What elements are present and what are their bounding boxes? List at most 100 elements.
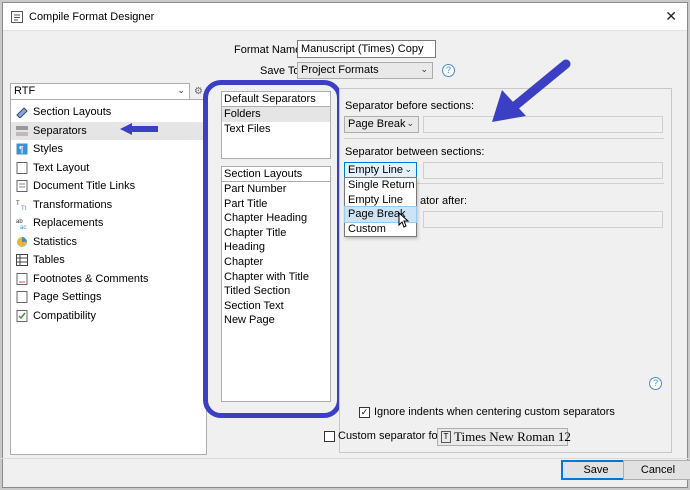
chevron-down-icon: ⌄ [177, 85, 185, 95]
custom-font-checkbox[interactable] [324, 431, 335, 442]
sidebar-item-label: Transformations [33, 198, 113, 211]
default-separators-header: Default Separators [222, 92, 330, 107]
ignore-indents-checkbox[interactable]: ✓ [359, 407, 370, 418]
output-type-select[interactable]: RTF ⌄ [10, 83, 190, 100]
list-item[interactable]: Chapter [222, 255, 330, 270]
list-item[interactable]: Heading [222, 240, 330, 255]
divider [344, 138, 664, 139]
sidebar-item-label: Document Title Links [33, 180, 136, 192]
separators-icon [16, 125, 28, 136]
separator-before-value: Page Break [348, 118, 406, 130]
ignore-indents-label: Ignore indents when centering custom sep… [374, 406, 615, 418]
separator-between-dropdown: Single Return Empty Line Page Break Cust… [344, 177, 417, 237]
sidebar-item-section-layouts[interactable]: Section Layouts [11, 103, 206, 122]
svg-text:ac: ac [20, 225, 26, 229]
svg-text:Tt: Tt [21, 206, 27, 211]
annotation-arrow-left-icon [120, 123, 158, 135]
list-item[interactable]: Part Number [222, 182, 330, 197]
gear-icon[interactable]: ⚙ [194, 86, 203, 97]
list-item[interactable]: Chapter with Title [222, 270, 330, 285]
section-layouts-list: Section Layouts Part Number Part Title C… [221, 166, 331, 402]
styles-icon: ¶ [16, 143, 28, 155]
font-icon: T [441, 431, 451, 443]
sidebar-item-label: Tables [33, 254, 65, 266]
app-icon [11, 11, 23, 23]
chevron-down-icon: ⌄ [404, 164, 412, 174]
save-to-select[interactable]: Project Formats ⌄ [297, 62, 433, 79]
tables-icon [16, 254, 28, 266]
chevron-down-icon: ⌄ [420, 64, 428, 74]
sidebar-item-document-title-links[interactable]: Document Title Links [11, 177, 206, 196]
sidebar-item-text-layout[interactable]: Text Layout [11, 159, 206, 178]
help-icon[interactable]: ? [649, 377, 662, 390]
footer-divider [0, 458, 690, 459]
save-to-value: Project Formats [301, 64, 379, 76]
sidebar-item-page-settings[interactable]: Page Settings [11, 288, 206, 307]
sidebar-item-styles[interactable]: ¶ Styles [11, 140, 206, 159]
help-icon[interactable]: ? [442, 64, 455, 77]
list-item[interactable]: New Page [222, 313, 330, 328]
svg-text:T: T [16, 201, 20, 207]
sidebar-item-label: Styles [33, 143, 63, 155]
sidebar-item-label: Page Settings [33, 291, 102, 303]
sidebar-item-label: Separators [33, 124, 87, 137]
sidebar-item-replacements[interactable]: ab ac Replacements [11, 214, 206, 233]
list-item-text-files[interactable]: Text Files [222, 122, 330, 137]
output-type-value: RTF [14, 85, 36, 97]
separator-settings-panel [339, 88, 672, 453]
custom-font-label: Custom separator font [338, 430, 447, 442]
list-item[interactable]: Chapter Heading [222, 211, 330, 226]
cancel-button[interactable]: Cancel [623, 460, 690, 480]
separator-after-label: ator after: [420, 195, 468, 207]
separator-between-value: Empty Line [348, 164, 404, 176]
sidebar-item-footnotes-comments[interactable]: Footnotes & Comments [11, 270, 206, 289]
dropdown-option-empty-line[interactable]: Empty Line [345, 193, 416, 208]
settings-sidebar: Section Layouts Separators ¶ Styles Text… [10, 99, 207, 455]
format-name-label: Format Name: [234, 44, 305, 56]
sidebar-item-statistics[interactable]: Statistics [11, 233, 206, 252]
format-name-input[interactable] [297, 40, 436, 58]
section-layouts-icon [16, 107, 28, 118]
separator-between-custom-field [423, 162, 663, 179]
mouse-cursor-icon [398, 212, 410, 228]
separator-before-select[interactable]: Page Break ⌄ [344, 116, 419, 133]
transformations-icon: TTt [16, 201, 27, 211]
footnotes-icon [16, 272, 28, 285]
section-layouts-header: Section Layouts [222, 167, 330, 182]
sidebar-item-label: Replacements [33, 217, 104, 229]
sidebar-item-compatibility[interactable]: Compatibility [11, 307, 206, 326]
replacements-icon: abac [16, 219, 26, 229]
separator-before-label: Separator before sections: [345, 100, 475, 112]
title-links-icon [16, 180, 28, 192]
close-icon[interactable]: ✕ [665, 8, 677, 25]
statistics-icon [17, 236, 27, 247]
default-separators-list: Default Separators Folders Text Files [221, 91, 331, 159]
window-title: Compile Format Designer [29, 11, 155, 23]
page-settings-icon [16, 291, 28, 303]
list-item[interactable]: Section Text [222, 299, 330, 314]
list-item[interactable]: Chapter Title [222, 226, 330, 241]
sidebar-item-label: Text Layout [33, 161, 90, 174]
sidebar-item-transformations[interactable]: T Tt Transformations [11, 196, 206, 215]
list-item[interactable]: Titled Section [222, 284, 330, 299]
save-button[interactable]: Save [561, 460, 631, 480]
compatibility-icon [16, 309, 28, 322]
sidebar-item-label: Section Layouts [33, 106, 112, 118]
font-picker-button[interactable]: T Times New Roman 12 [437, 428, 571, 446]
sidebar-item-label: Compatibility [33, 309, 96, 322]
text-layout-icon [16, 161, 28, 174]
svg-text:¶: ¶ [19, 145, 24, 155]
dropdown-option-single-return[interactable]: Single Return [345, 178, 416, 193]
list-item[interactable]: Part Title [222, 197, 330, 212]
separator-between-label: Separator between sections: [345, 146, 485, 158]
sidebar-item-label: Footnotes & Comments [33, 272, 149, 285]
list-item-folders[interactable]: Folders [222, 107, 330, 122]
separator-after-custom-field [423, 211, 663, 228]
sidebar-item-tables[interactable]: Tables [11, 251, 206, 270]
sidebar-item-separators[interactable]: Separators [11, 121, 206, 140]
font-picker-value: Times New Roman 12 [454, 429, 571, 444]
annotation-arrow-down-left-icon [492, 59, 571, 122]
sidebar-item-label: Statistics [33, 235, 78, 248]
chevron-down-icon: ⌄ [406, 118, 414, 128]
title-bar: Compile Format Designer ✕ [3, 3, 687, 31]
